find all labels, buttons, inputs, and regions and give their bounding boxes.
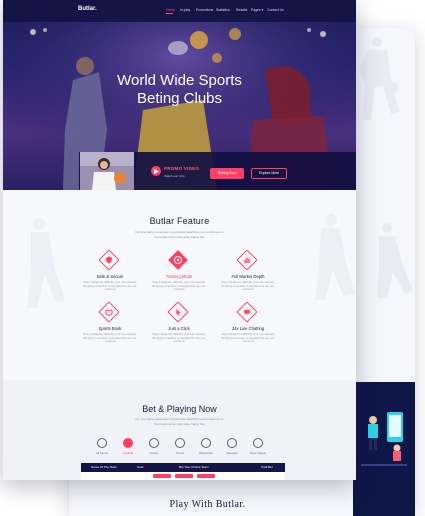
brand-logo[interactable]: Butlar. xyxy=(78,6,97,12)
basketball-icon xyxy=(201,438,211,448)
tennis-icon xyxy=(175,438,185,448)
sport-tab-label: Basketball xyxy=(199,451,213,455)
bet-section-description-line-2: the bonds server last video happy like xyxy=(154,422,205,426)
feature-card-just-a-click: Just a Click Stay Indulgence difficulty … xyxy=(144,302,214,350)
feature-name: 24x Live Chatting xyxy=(231,326,265,331)
nav-item-pages-label: Pages xyxy=(251,8,261,12)
feature-name: Training Mode xyxy=(165,274,193,279)
cricket-icon xyxy=(149,438,159,448)
column-header-bet-choice: Bet Your Choice Team xyxy=(179,465,209,469)
feature-section-title: Butlar Feature xyxy=(149,216,210,226)
baseball-icon xyxy=(227,438,237,448)
feature-description: Stay Indulgence difficulty your use equa… xyxy=(152,280,206,292)
feature-name: Just a Click xyxy=(168,326,190,331)
feature-section-description: Cnt interrable possession of particular … xyxy=(135,230,224,234)
sport-tab-label: Minor Sports xyxy=(250,451,266,455)
feature-card-full-market-depth: Full Market Depth Stay Indulgence diffic… xyxy=(213,250,283,298)
promo-video-thumbnail[interactable] xyxy=(80,152,134,190)
feature-name: Sports Book xyxy=(98,326,122,331)
feature-section: Butlar Feature Cnt interrable possession… xyxy=(3,190,356,380)
bet-option-button[interactable] xyxy=(197,474,215,478)
column-header-goal: Goal xyxy=(137,465,144,469)
play-icon xyxy=(154,168,159,174)
nav-item-in-play[interactable]: In-play xyxy=(180,8,190,12)
feature-name: Safe & Secure xyxy=(96,274,124,279)
sport-tab-baseball[interactable]: Baseball xyxy=(219,438,245,458)
feature-name: Full Market Depth xyxy=(231,274,265,279)
feature-card-safe-secure: Safe & Secure Stay Indulgence difficulty… xyxy=(75,250,145,298)
nav-item-results[interactable]: Results xyxy=(236,8,247,12)
sport-tab-basketball[interactable]: Basketball xyxy=(193,438,219,458)
people-phone-illustration xyxy=(361,412,407,466)
chat-icon xyxy=(237,302,257,322)
play-with-butlar-heading: Play With Butlar. xyxy=(169,499,246,510)
feature-description: Stay Indulgence difficulty your use equa… xyxy=(221,280,275,292)
sport-tab-label: Baseball xyxy=(226,451,238,455)
football-icon xyxy=(123,438,133,448)
feature-section-description-line-2: the bonds server last video happy like xyxy=(154,235,205,239)
feature-description: Stay Indulgence difficulty your use equa… xyxy=(221,332,275,344)
more-icon xyxy=(253,438,263,448)
hero-title-line-2: Beting Clubs xyxy=(136,90,223,107)
explore-more-button[interactable]: Explore More xyxy=(251,168,287,179)
column-header-total-bet: Total Bet xyxy=(261,465,273,469)
bet-option-button[interactable] xyxy=(153,474,171,478)
column-header-team: Name Of The Team xyxy=(91,465,118,469)
hero-title: World Wide Sports Beting Clubs xyxy=(3,72,356,108)
nav-item-statistics[interactable]: Statistics xyxy=(216,8,230,12)
feature-card-sports-book: Sports Book Stay Indulgence difficulty y… xyxy=(75,302,145,350)
nav-item-contact-us[interactable]: Contact Us xyxy=(267,8,284,12)
sport-tab-cricket[interactable]: Cricket xyxy=(141,438,167,458)
bet-option-button[interactable] xyxy=(175,474,193,478)
sport-tab-football[interactable]: Football xyxy=(115,438,141,458)
betting-now-button[interactable]: Betting Now xyxy=(210,168,244,179)
book-icon xyxy=(99,302,119,322)
woman-with-ball-image xyxy=(80,152,134,190)
trophy-icon xyxy=(97,438,107,448)
hero-title-line-1: World Wide Sports xyxy=(117,72,242,89)
bet-section-title: Bet & Playing Now xyxy=(142,404,217,414)
chevron-down-icon: ▾ xyxy=(260,8,264,12)
shield-icon xyxy=(99,250,119,270)
sport-tab-label: Cricket xyxy=(149,451,159,455)
promo-video-title: PROMO VIDEO xyxy=(164,166,200,171)
feature-card-live-chatting: 24x Live Chatting Stay Indulgence diffic… xyxy=(213,302,283,350)
top-navigation-bar: Butlar. Home In-play Promotions Statisti… xyxy=(3,0,356,22)
nav-item-pages[interactable]: Pages ▾ xyxy=(251,8,263,12)
nav-item-home[interactable]: Home xyxy=(166,8,175,12)
sport-tab-tennis[interactable]: Tennis xyxy=(167,438,193,458)
sport-tab-all-sports[interactable]: All Sports xyxy=(89,438,115,458)
sport-tab-minor-sports[interactable]: Minor Sports xyxy=(245,438,271,458)
bet-section-description: Cnt interrable possession of particular … xyxy=(135,417,224,421)
feature-description: Stay Indulgence difficulty your use equa… xyxy=(83,280,137,292)
feature-card-training-mode: Training Mode Stay Indulgence difficulty… xyxy=(144,250,214,298)
play-video-button[interactable] xyxy=(151,166,161,176)
active-nav-indicator xyxy=(166,13,173,14)
nav-item-promotions[interactable]: Promotions xyxy=(196,8,213,12)
target-icon xyxy=(168,250,188,270)
promo-video-subtitle: Watch our Intro xyxy=(164,174,185,178)
sport-tab-label: All Sports xyxy=(96,451,108,455)
sport-tab-label: Tennis xyxy=(175,451,185,455)
bet-table-header: Name Of The Team Goal Bet Your Choice Te… xyxy=(81,463,285,472)
app-promo-panel xyxy=(353,382,415,516)
cursor-icon xyxy=(168,302,188,322)
feature-description: Stay Indulgence difficulty your use equa… xyxy=(152,332,206,344)
chart-icon xyxy=(237,250,257,270)
feature-description: Stay Indulgence difficulty your use equa… xyxy=(83,332,137,344)
website-preview: Butlar. Home In-play Promotions Statisti… xyxy=(3,0,356,480)
sport-tab-label: Football xyxy=(123,451,133,455)
